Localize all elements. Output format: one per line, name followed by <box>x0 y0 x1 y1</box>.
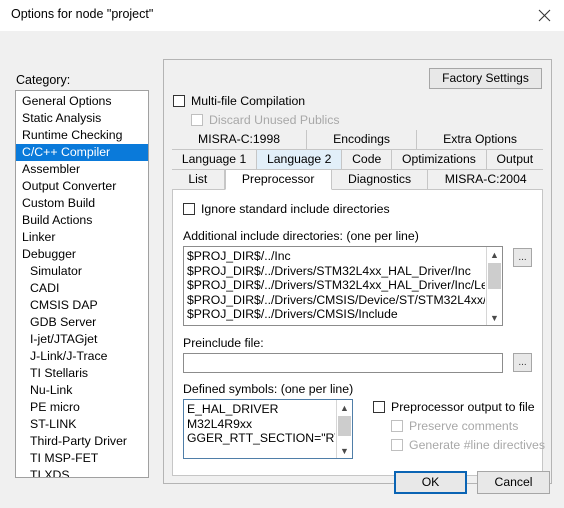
tab-language-1[interactable]: Language 1 <box>172 150 258 170</box>
tab-encodings[interactable]: Encodings <box>307 130 418 150</box>
checkbox-box <box>391 420 403 432</box>
options-dialog: Options for node "project" Category: Gen… <box>0 0 564 508</box>
category-list[interactable]: General Options Static Analysis Runtime Ch… <box>15 90 149 478</box>
category-item-st-link[interactable]: ST-LINK <box>16 416 148 433</box>
checkbox-box <box>173 95 185 107</box>
preprocessor-output-to-file-label: Preprocessor output to file <box>391 400 535 414</box>
category-item-nu-link[interactable]: Nu-Link <box>16 382 148 399</box>
category-item-static-analysis[interactable]: Static Analysis <box>16 110 148 127</box>
ignore-standard-include-directories-label: Ignore standard include directories <box>201 202 390 216</box>
ok-button[interactable]: OK <box>394 471 467 494</box>
multi-file-compilation-label: Multi-file Compilation <box>191 94 306 108</box>
defined-symbols-label: Defined symbols: (one per line) <box>183 382 354 396</box>
include-directories-browse-button[interactable]: ... <box>513 248 532 267</box>
category-item-debugger[interactable]: Debugger <box>16 246 148 263</box>
tab-list[interactable]: List <box>172 170 225 190</box>
include-path-line: $PROJ_DIR$/../Drivers/STM32L4xx_HAL_Driv… <box>187 278 485 292</box>
checkbox-box <box>191 114 203 126</box>
preinclude-file-input[interactable] <box>183 353 503 373</box>
close-icon[interactable] <box>530 3 558 27</box>
include-path-line: $PROJ_DIR$/../Drivers/CMSIS/Device/ST/ST… <box>187 292 485 307</box>
defined-symbol-line: M32L4R9xx <box>187 416 253 431</box>
tab-row-1: MISRA-C:1998 Encodings Extra Options <box>172 130 544 150</box>
category-item-general-options[interactable]: General Options <box>16 93 148 110</box>
defined-symbol-lines: E_HAL_DRIVER M32L4R9xx GGER_RTT_SECTION="R… <box>187 402 335 446</box>
tab-output[interactable]: Output <box>486 150 544 170</box>
chevron-up-icon[interactable]: ▲ <box>487 247 502 262</box>
category-item-ti-msp-fet[interactable]: TI MSP-FET <box>16 450 148 467</box>
category-label: Category: <box>16 73 71 87</box>
category-item-gdb-server[interactable]: GDB Server <box>16 314 148 331</box>
include-lines: $PROJ_DIR$/../Inc $PROJ_DIR$/../Drivers/S… <box>187 249 485 322</box>
category-item-i-jet-jtagjet[interactable]: I-jet/JTAGjet <box>16 331 148 348</box>
defined-symbol-line: GGER_RTT_SECTION="RTT" <box>187 431 335 446</box>
dialog-body: Category: General Options Static Analysis… <box>0 31 564 508</box>
checkbox-box <box>373 401 385 413</box>
checkbox-box <box>391 439 403 451</box>
tab-strip: MISRA-C:1998 Encodings Extra Options Langu… <box>172 130 544 190</box>
scrollbar-thumb[interactable] <box>338 416 351 436</box>
tab-language-2[interactable]: Language 2 <box>257 150 343 170</box>
additional-include-directories-list[interactable]: $PROJ_DIR$/../Inc $PROJ_DIR$/../Drivers/S… <box>183 246 503 326</box>
preprocessor-output-to-file-checkbox[interactable]: Preprocessor output to file <box>373 400 535 414</box>
category-item-custom-build[interactable]: Custom Build <box>16 195 148 212</box>
include-path-line: $PROJ_DIR$/../Drivers/STM32L4xx_HAL_Driv… <box>187 263 471 278</box>
generate-line-directives-label: Generate #line directives <box>409 438 546 452</box>
category-item-c-c-compiler[interactable]: C/C++ Compiler <box>16 144 148 161</box>
preinclude-file-label: Preinclude file: <box>183 336 264 350</box>
tab-preprocessor[interactable]: Preprocessor <box>224 170 332 190</box>
category-item-ti-xds[interactable]: TI XDS <box>16 467 148 477</box>
title-bar: Options for node "project" <box>0 0 564 32</box>
preserve-comments-checkbox: Preserve comments <box>391 419 518 433</box>
category-item-j-link-j-trace[interactable]: J-Link/J-Trace <box>16 348 148 365</box>
category-item-cmsis-dap[interactable]: CMSIS DAP <box>16 297 148 314</box>
scrollbar-thumb[interactable] <box>488 263 501 289</box>
tab-optimizations[interactable]: Optimizations <box>392 150 487 170</box>
tab-row-3: List Preprocessor Diagnostics MISRA-C:2004 <box>172 170 543 190</box>
tab-row-2: Language 1 Language 2 Code Optimizations Out… <box>172 150 544 170</box>
discard-unused-publics-checkbox: Discard Unused Publics <box>191 113 340 127</box>
tab-diagnostics[interactable]: Diagnostics <box>331 170 429 190</box>
category-item-cadi[interactable]: CADI <box>16 280 148 297</box>
include-list-scrollbar[interactable]: ▲ ▼ <box>486 247 502 325</box>
cancel-button[interactable]: Cancel <box>477 471 550 494</box>
tab-extra-options[interactable]: Extra Options <box>417 130 544 150</box>
ignore-standard-include-directories-checkbox[interactable]: Ignore standard include directories <box>183 202 390 216</box>
multi-file-compilation-checkbox[interactable]: Multi-file Compilation <box>173 94 305 108</box>
tab-misra-c-2004[interactable]: MISRA-C:2004 <box>428 170 543 190</box>
include-path-line: $PROJ_DIR$/../Inc <box>187 249 291 263</box>
preinclude-file-browse-button[interactable]: ... <box>513 353 532 372</box>
factory-settings-button[interactable]: Factory Settings <box>429 68 542 89</box>
tab-code[interactable]: Code <box>342 150 393 170</box>
category-item-runtime-checking[interactable]: Runtime Checking <box>16 127 148 144</box>
settings-panel: Factory Settings Multi-file Compilation … <box>163 59 552 484</box>
category-item-output-converter[interactable]: Output Converter <box>16 178 148 195</box>
category-item-ti-stellaris[interactable]: TI Stellaris <box>16 365 148 382</box>
discard-unused-publics-label: Discard Unused Publics <box>209 113 340 127</box>
checkbox-box <box>183 203 195 215</box>
include-path-line: $PROJ_DIR$/../Drivers/CMSIS/Include <box>187 307 398 321</box>
chevron-up-icon[interactable]: ▲ <box>337 400 352 415</box>
category-item-build-actions[interactable]: Build Actions <box>16 212 148 229</box>
preserve-comments-label: Preserve comments <box>409 419 519 433</box>
preprocessor-tab-panel: Ignore standard include directories Addi… <box>172 190 545 476</box>
tab-misra-c-1998[interactable]: MISRA-C:1998 <box>172 130 308 150</box>
chevron-down-icon[interactable]: ▼ <box>487 310 502 325</box>
category-item-simulator[interactable]: Simulator <box>16 263 148 280</box>
defined-symbols-scrollbar[interactable]: ▲ ▼ <box>336 400 352 458</box>
category-item-third-party-driver[interactable]: Third-Party Driver <box>16 433 148 450</box>
window-title: Options for node "project" <box>11 7 154 21</box>
generate-line-directives-checkbox: Generate #line directives <box>391 438 545 452</box>
additional-include-directories-label: Additional include directories: (one per… <box>183 229 419 243</box>
defined-symbol-line: E_HAL_DRIVER <box>187 402 279 416</box>
category-item-pe-micro[interactable]: PE micro <box>16 399 148 416</box>
chevron-down-icon[interactable]: ▼ <box>337 443 352 458</box>
category-item-assembler[interactable]: Assembler <box>16 161 148 178</box>
category-item-linker[interactable]: Linker <box>16 229 148 246</box>
defined-symbols-input[interactable]: E_HAL_DRIVER M32L4R9xx GGER_RTT_SECTION="R… <box>183 399 353 459</box>
